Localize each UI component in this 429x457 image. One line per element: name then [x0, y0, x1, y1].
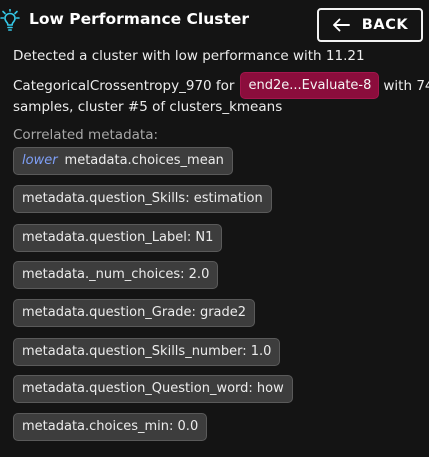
metadata-chip-label: metadata.question_Label: N1	[22, 230, 214, 245]
metadata-chip-label: metadata._num_choices: 2.0	[22, 267, 210, 282]
back-button[interactable]: BACK	[317, 8, 423, 42]
metadata-chip-label: metadata.choices_min: 0.0	[22, 419, 199, 434]
description-line-3: samples, cluster #5 of clusters_kmeans	[13, 99, 283, 115]
metadata-chip[interactable]: metadata.choices_min: 0.0	[13, 413, 208, 441]
cluster-details-panel: Low Performance Cluster BACK Detected a …	[0, 0, 429, 457]
panel-header: Low Performance Cluster BACK	[0, 0, 429, 44]
metadata-chip-label: metadata.question_Skills_number: 1.0	[22, 344, 272, 359]
description-line-1: Detected a cluster with low performance …	[13, 48, 365, 64]
page-title: Low Performance Cluster	[29, 10, 250, 28]
lightbulb-icon	[0, 9, 20, 31]
description-line-2: CategoricalCrossentropy_970 for end2e...…	[13, 72, 429, 99]
metadata-chip[interactable]: metadata.question_Label: N1	[13, 224, 223, 252]
back-button-label: BACK	[361, 17, 409, 33]
metric-name: CategoricalCrossentropy_970 for	[13, 77, 235, 94]
metadata-chip[interactable]: metadata.question_Skills: estimation	[13, 185, 272, 213]
metadata-chip[interactable]: metadata.question_Grade: grade2	[13, 299, 256, 327]
metadata-chip[interactable]: metadata.question_Question_word: how	[13, 375, 293, 403]
metadata-chip-label: metadata.question_Grade: grade2	[22, 305, 247, 320]
metadata-chip-label: metadata.question_Question_word: how	[22, 381, 284, 396]
sample-count-text: with 74	[383, 77, 429, 94]
metadata-chip[interactable]: metadata.question_Skills_number: 1.0	[13, 338, 281, 366]
arrow-left-icon	[332, 18, 350, 32]
direction-indicator: lower	[22, 153, 58, 168]
metadata-chip-label: metadata.choices_mean	[64, 153, 224, 168]
metadata-chip[interactable]: lower metadata.choices_mean	[13, 147, 233, 175]
correlated-metadata-label: Correlated metadata:	[13, 127, 159, 143]
metadata-chip-label: metadata.question_Skills: estimation	[22, 191, 263, 206]
experiment-tag[interactable]: end2e...Evaluate-8	[240, 72, 380, 99]
metadata-chip[interactable]: metadata._num_choices: 2.0	[13, 261, 219, 289]
